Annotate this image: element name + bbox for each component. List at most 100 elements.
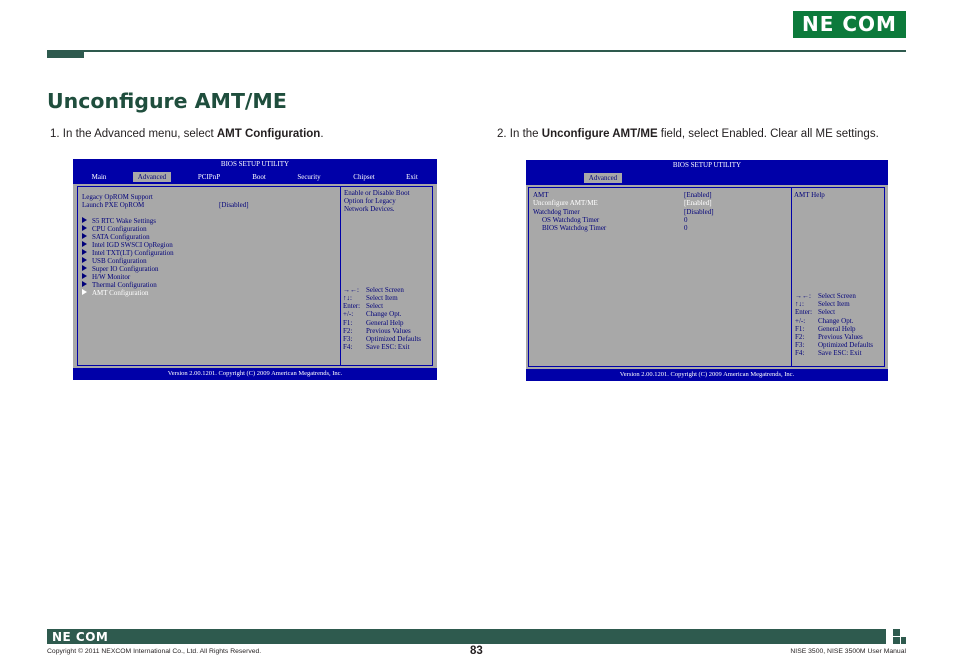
submenu-arrow-icon [82,241,87,247]
bios-row-value[interactable]: [Enabled] [684,191,712,199]
bios-key-legend-row: ↑↓: Select Item [795,300,850,308]
key-action: Save ESC: Exit [818,349,862,357]
step-1-instruction: 1. In the Advanced menu, select AMT Conf… [50,128,324,140]
nexcom-logo-text: NE COM [802,12,897,36]
bios-menu-exit[interactable]: Exit [395,172,429,182]
bios-submenu-item[interactable]: USB Configuration [82,257,147,265]
key-action: Save ESC: Exit [366,343,410,351]
bios-submenu-label: SATA Configuration [92,233,150,241]
copyright-text: Copyright © 2011 NEXCOM International Co… [47,648,262,655]
key-action: Optimized Defaults [366,335,422,343]
footer-nexcom-logo: NE COM [52,630,109,644]
bios-menu-main[interactable]: Main [79,172,119,182]
key-label: F3: [343,335,353,343]
bios-key-legend-row: F2: Previous Values [343,327,411,335]
key-label: +/-: [795,317,806,325]
key-label: F1: [795,325,805,333]
bios-screenshot-amt: BIOS SETUP UTILITY Advanced AMT [Enabled… [526,160,888,381]
footer-square-icon [893,629,900,636]
bios-row-value[interactable]: 0 [684,224,688,232]
bios-key-legend-row: F1: General Help [795,325,856,333]
bios-help-text: AMT Help [794,191,825,199]
bios-submenu-item-selected[interactable]: AMT Configuration [82,289,148,297]
bios-row-label[interactable]: Legacy OpROM Support [82,193,153,201]
bios-submenu-item[interactable]: Intel IGD SWSCI OpRegion [82,241,173,249]
bios-submenu-item[interactable]: Intel TXT(LT) Configuration [82,249,174,257]
key-action: Change Opt. [366,310,402,318]
bios-menu-chipset[interactable]: Chipset [343,172,385,182]
key-label: Enter: [343,302,361,310]
key-action: Select Screen [366,286,404,294]
key-label: F1: [343,319,353,327]
bios-submenu-label: CPU Configuration [92,225,147,233]
step-2-suffix: field, select Enabled. Clear all ME sett… [657,128,879,140]
bios-help-text: Enable or Disable Boot [344,189,410,197]
bios-menu-security[interactable]: Security [288,172,330,182]
bios-menu-advanced[interactable]: Advanced [584,173,622,183]
bios-row-value[interactable]: [Disabled] [219,201,249,209]
step-1-suffix: . [320,128,324,140]
bios-submenu-label: USB Configuration [92,257,147,265]
key-label: →←: [343,286,359,294]
bios-submenu-label: H/W Monitor [92,273,131,281]
key-label: →←: [795,292,811,300]
bios-row-label[interactable]: AMT [533,191,549,199]
bios-row-value[interactable]: 0 [684,216,688,224]
bios-key-legend-row: +/-: Change Opt. [795,317,853,325]
bios-submenu-item[interactable]: CPU Configuration [82,225,147,233]
page-title: Unconfigure AMT/ME [47,89,287,113]
step-2-bold: Unconfigure AMT/ME [541,128,658,140]
bios-row-label[interactable]: Watchdog Timer [533,208,580,216]
submenu-arrow-icon [82,257,87,263]
bios-submenu-label: S5 RTC Wake Settings [92,217,157,225]
step-2-instruction: 2. In the Unconfigure AMT/ME field, sele… [497,128,879,140]
key-label: ↑↓: [343,294,352,302]
bios-key-legend-row: →←: Select Screen [795,292,856,300]
bios-help-text: Option for Legacy [344,197,396,205]
key-action: Select [818,308,836,316]
key-label: ↑↓: [795,300,804,308]
key-action: Previous Values [818,333,863,341]
bios-row-value[interactable]: [Disabled] [684,208,714,216]
key-action: Select Item [366,294,398,302]
bios-submenu-item[interactable]: H/W Monitor [82,273,130,281]
bios-submenu-item[interactable]: Super IO Configuration [82,265,159,273]
bios-key-legend-row: →←: Select Screen [343,286,404,294]
bios-row-label-selected[interactable]: Unconfigure AMT/ME [533,199,598,207]
bios-submenu-label: Intel TXT(LT) Configuration [92,249,174,257]
nexcom-logo: NE COM [793,11,906,38]
bios-menu-advanced[interactable]: Advanced [133,172,171,182]
submenu-arrow-icon [82,273,87,279]
bios-submenu-label: Thermal Configuration [92,281,157,289]
key-action: Select Item [818,300,850,308]
bios-help-text: Network Devices. [344,205,395,213]
bios-row-label[interactable]: BIOS Watchdog Timer [542,224,606,232]
bios-key-legend-row: +/-: Change Opt. [343,310,401,318]
bios-key-legend-row: Enter: Select [343,302,383,310]
bios-row-label[interactable]: Launch PXE OpROM [82,201,144,209]
bios-menu-boot[interactable]: Boot [241,172,277,182]
key-action: Select [366,302,384,310]
bios-submenu-item[interactable]: Thermal Configuration [82,281,157,289]
key-action: Select Screen [818,292,856,300]
submenu-arrow-icon [82,217,87,223]
bios-key-legend-row: F4: Save ESC: Exit [343,343,410,351]
bios-screenshot-advanced: BIOS SETUP UTILITY Main Advanced PCIPnP … [73,159,437,380]
bios-menu-pcipnp[interactable]: PCIPnP [186,172,232,182]
bios-row-label[interactable]: OS Watchdog Timer [542,216,599,224]
key-label: F4: [795,349,805,357]
footer-bar [47,629,886,644]
key-action: General Help [818,325,856,333]
header-rule [84,50,906,52]
key-action: Change Opt. [818,317,854,325]
bios-row-value-selected[interactable]: [Enabled] [684,199,712,207]
bios-submenu-item[interactable]: S5 RTC Wake Settings [82,217,156,225]
bios-key-legend-row: F3: Optimized Defaults [795,341,873,349]
key-label: F2: [795,333,805,341]
bios-submenu-item[interactable]: SATA Configuration [82,233,150,241]
submenu-arrow-icon [82,225,87,231]
step-1-prefix: 1. In the Advanced menu, select [50,128,217,140]
submenu-arrow-icon [82,233,87,239]
header-accent-block [47,50,84,58]
bios-key-legend-row: F3: Optimized Defaults [343,335,421,343]
